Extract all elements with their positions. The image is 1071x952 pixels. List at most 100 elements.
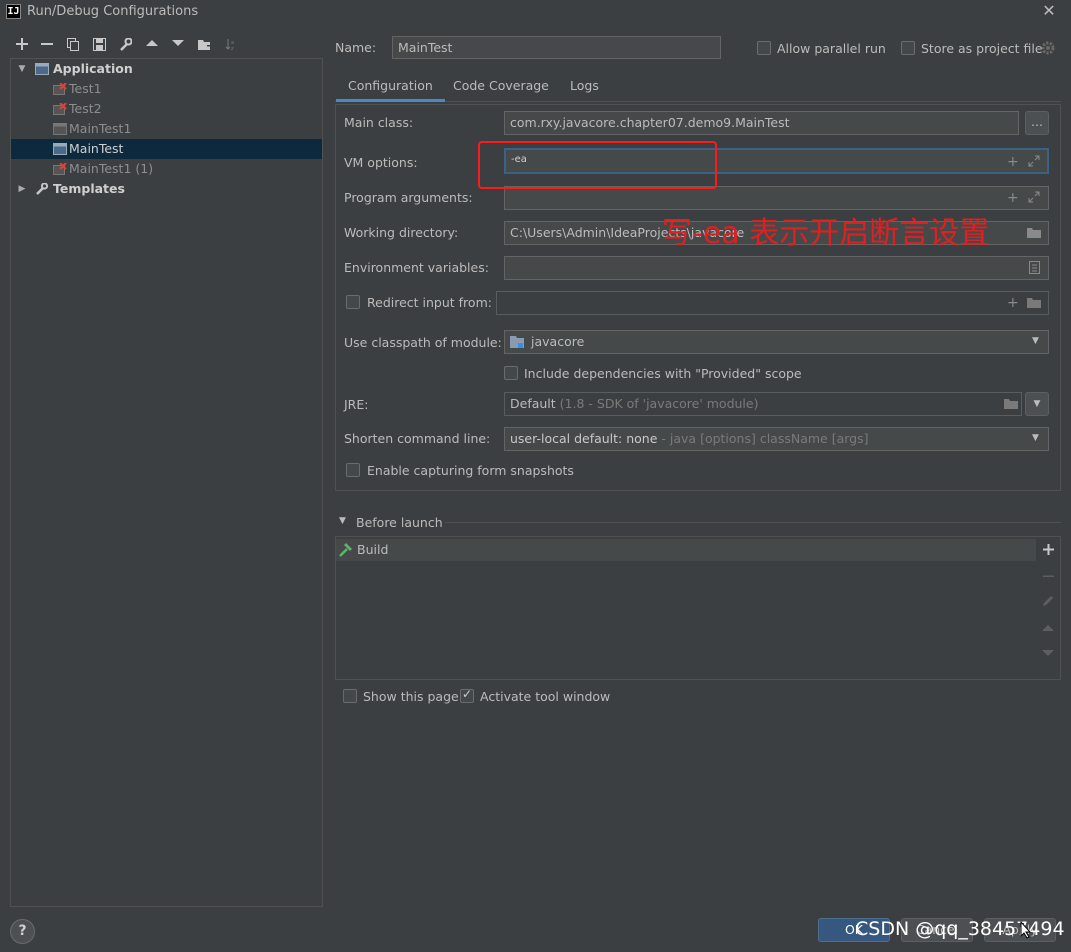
move-up-icon[interactable] (143, 37, 161, 53)
chevron-down-icon[interactable]: ▼ (1032, 433, 1039, 443)
remove-icon[interactable] (1043, 571, 1054, 582)
tab-configuration[interactable]: Configuration (336, 72, 445, 102)
classpath-select[interactable]: javacore (504, 330, 1049, 354)
jre-select[interactable]: Default (1.8 - SDK of 'javacore' module) (504, 392, 1022, 416)
move-up-icon[interactable] (1042, 623, 1054, 632)
tree-item[interactable]: Test2 (11, 99, 322, 119)
application-icon (35, 63, 49, 75)
help-button[interactable]: ? (10, 919, 35, 944)
add-icon[interactable] (1043, 544, 1054, 555)
program-args-label: Program arguments: (344, 190, 473, 205)
list-item[interactable]: Build (336, 539, 1036, 561)
jre-label: JRE: (344, 397, 369, 412)
allow-parallel-checkbox[interactable] (757, 41, 771, 55)
tree-node-application[interactable]: ▼ Application (11, 59, 322, 79)
chevron-down-icon[interactable]: ▼ (1032, 336, 1039, 346)
sort-icon[interactable]: az (222, 37, 240, 53)
config-error-icon (53, 83, 67, 95)
shorten-label: Shorten command line: (344, 431, 491, 446)
include-deps-checkbox[interactable] (504, 366, 518, 380)
move-down-icon[interactable] (169, 37, 187, 53)
save-icon[interactable] (90, 37, 108, 53)
before-launch-list[interactable]: Build (335, 536, 1061, 680)
env-vars-label: Environment variables: (344, 260, 489, 275)
list-item-label: Build (357, 542, 389, 557)
tree-item[interactable]: Test1 (11, 79, 322, 99)
chevron-down-icon: ▼ (1033, 399, 1041, 409)
document-icon[interactable] (1029, 261, 1041, 274)
config-icon (53, 123, 67, 135)
before-launch-toolbar (1037, 537, 1060, 679)
chevron-down-icon[interactable]: ▼ (339, 516, 346, 526)
tab-logs[interactable]: Logs (558, 72, 611, 102)
remove-icon[interactable] (38, 37, 56, 53)
move-down-icon[interactable] (1042, 648, 1054, 657)
tree-item[interactable]: MainTest1 (1) (11, 159, 322, 179)
include-deps-label: Include dependencies with "Provided" sco… (524, 366, 802, 381)
tab-code-coverage[interactable]: Code Coverage (441, 72, 561, 102)
activate-tool-checkbox[interactable] (460, 687, 474, 703)
redirect-input-checkbox[interactable] (346, 295, 360, 309)
folder-icon[interactable] (1027, 296, 1042, 309)
snapshots-label: Enable capturing form snapshots (367, 463, 574, 478)
hammer-icon (339, 543, 352, 557)
snapshots-checkbox[interactable] (346, 463, 360, 477)
tree-item-label: Test1 (69, 81, 102, 96)
gear-icon[interactable] (1041, 41, 1055, 55)
section-divider (445, 522, 1061, 523)
main-class-label: Main class: (344, 115, 414, 130)
intellij-logo-icon: IJ (6, 4, 21, 19)
configuration-tree[interactable]: ▼ Application Test1 Test2 MainTest1 Main… (10, 58, 323, 907)
name-label: Name: (335, 40, 377, 55)
chevron-right-icon[interactable]: ▶ (17, 179, 27, 199)
expand-icon[interactable] (1028, 191, 1040, 203)
tree-label: Templates (53, 181, 125, 196)
vm-options-label: VM options: (344, 155, 418, 170)
browse-button[interactable]: ... (1025, 111, 1049, 135)
plus-icon[interactable]: + (1007, 191, 1019, 205)
config-error-icon (53, 103, 67, 115)
tree-item-selected[interactable]: MainTest (11, 139, 322, 159)
store-project-checkbox[interactable] (901, 41, 915, 55)
shorten-value: user-local default: none (510, 431, 658, 446)
jre-value: Default (510, 396, 556, 411)
jre-dropdown-button[interactable]: ▼ (1025, 392, 1049, 416)
show-page-label: Show this page (363, 689, 459, 704)
config-error-icon (53, 163, 67, 175)
redirect-input-field[interactable] (496, 291, 1049, 315)
close-icon[interactable]: ✕ (1040, 2, 1058, 20)
program-args-input[interactable] (504, 186, 1049, 210)
config-icon (53, 143, 67, 155)
copy-icon[interactable] (64, 37, 82, 53)
plus-icon[interactable]: + (1007, 155, 1019, 169)
folder-icon[interactable] (1004, 397, 1019, 410)
main-class-input[interactable]: com.rxy.javacore.chapter07.demo9.MainTes… (504, 111, 1019, 135)
classpath-label: Use classpath of module: (344, 335, 502, 350)
mouse-cursor-icon (1020, 921, 1032, 939)
folder-icon[interactable] (1027, 226, 1042, 239)
show-page-checkbox[interactable] (343, 689, 357, 703)
plus-icon[interactable]: + (1007, 296, 1019, 310)
module-icon (510, 336, 524, 348)
tree-node-templates[interactable]: ▶ Templates (11, 179, 322, 199)
activate-tool-label: Activate tool window (480, 689, 611, 704)
tree-label: Application (53, 61, 133, 76)
tree-item[interactable]: MainTest1 (11, 119, 322, 139)
working-dir-label: Working directory: (344, 225, 459, 240)
before-launch-title: Before launch (356, 515, 443, 530)
chevron-down-icon[interactable]: ▼ (17, 59, 27, 79)
edit-icon[interactable] (1042, 594, 1055, 607)
shorten-select[interactable]: user-local default: none - java [options… (504, 427, 1049, 451)
tree-item-label: MainTest1 (1) (69, 161, 154, 176)
redirect-input-label: Redirect input from: (367, 295, 492, 310)
shorten-hint: - java [options] className [args] (661, 431, 869, 446)
jre-hint: (1.8 - SDK of 'javacore' module) (559, 396, 759, 411)
add-icon[interactable] (13, 37, 31, 53)
wrench-icon[interactable] (116, 37, 134, 53)
env-vars-input[interactable] (504, 256, 1049, 280)
name-input[interactable]: MainTest (392, 36, 721, 59)
new-folder-icon[interactable] (196, 37, 214, 53)
annotation-text: 写-ea 表示开启断言设置 (662, 216, 990, 251)
tree-item-label: MainTest (69, 141, 124, 156)
expand-icon[interactable] (1028, 155, 1040, 167)
